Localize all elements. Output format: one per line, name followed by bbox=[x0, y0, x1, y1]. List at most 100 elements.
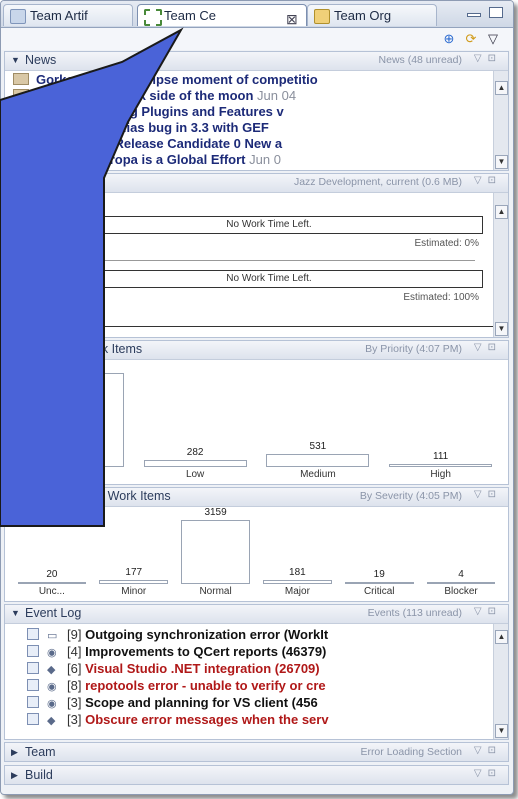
scrollbar[interactable]: ▲ ▼ bbox=[493, 71, 508, 170]
chart-bar[interactable] bbox=[99, 580, 169, 584]
view-menu-icon[interactable]: ▽ bbox=[485, 31, 501, 47]
section-buttons[interactable]: ▽⊡ bbox=[474, 489, 502, 500]
section-header[interactable]: ▼ News News (48 unread) ▽⊡ bbox=[5, 52, 508, 71]
event-number: [9] bbox=[67, 627, 86, 642]
chart-bar[interactable] bbox=[426, 582, 496, 584]
event-text: Improvements to QCert reports (46379) bbox=[85, 644, 327, 659]
event-text: Obscure error messages when the serv bbox=[85, 712, 329, 727]
chevron-down-icon[interactable]: ▼ bbox=[11, 344, 20, 354]
section-title: My Open Work Items bbox=[25, 342, 143, 356]
section-buttons[interactable]: ▽⊡ bbox=[474, 175, 502, 186]
view-toolbar: ⊕ ⟳ ▽ bbox=[1, 28, 513, 50]
scroll-down-button[interactable]: ▼ bbox=[495, 155, 508, 169]
event-log-item[interactable]: ◆ [3] Obscure error messages when the ser… bbox=[27, 712, 329, 728]
event-log-item[interactable]: ◉ [3] Scope and planning for VS client (4… bbox=[27, 695, 318, 711]
checkbox[interactable] bbox=[27, 696, 39, 708]
team-central-icon bbox=[144, 9, 162, 26]
section-header[interactable]: ▼ Event Log Events (113 unread) ▽⊡ bbox=[5, 605, 508, 624]
event-number: [4] bbox=[67, 644, 86, 659]
checkbox[interactable] bbox=[27, 679, 39, 691]
close-icon[interactable]: ⊠ bbox=[286, 8, 298, 26]
section-header[interactable]: ▼ My Open Work Items By Priority (4:07 P… bbox=[5, 341, 508, 360]
scroll-up-button[interactable]: ▲ bbox=[495, 630, 508, 644]
list-item[interactable]: Skerrett: Europa is a Global Effort Jun … bbox=[13, 152, 281, 167]
tab-bar: Team Artif Team Ce ⊠ Team Org bbox=[1, 1, 513, 28]
data-label: 111 bbox=[433, 451, 449, 462]
chart-bar[interactable] bbox=[344, 582, 414, 584]
chart-bar[interactable] bbox=[17, 582, 87, 584]
chevron-down-icon[interactable]: ▼ bbox=[11, 177, 20, 187]
tab-team-organization[interactable]: Team Org bbox=[307, 4, 437, 26]
checkbox[interactable] bbox=[27, 662, 39, 674]
data-label: 3159 bbox=[204, 507, 227, 518]
scroll-up-button[interactable]: ▲ bbox=[495, 81, 508, 95]
event-log-item[interactable]: ◉ [4] Improvements to QCert reports (4637… bbox=[27, 644, 326, 660]
chevron-down-icon[interactable]: ▼ bbox=[11, 55, 20, 65]
category-label: Normal bbox=[199, 586, 232, 597]
chevron-right-icon[interactable]: ▶ bbox=[11, 770, 18, 781]
chevron-right-icon[interactable]: ▶ bbox=[11, 747, 18, 758]
section-buttons[interactable]: ▽⊡ bbox=[474, 745, 502, 756]
section-buttons[interactable]: ▽⊡ bbox=[474, 342, 502, 353]
tab-team-central[interactable]: Team Ce ⊠ bbox=[137, 4, 307, 26]
list-item[interactable]: Gorkem Ercan: Eclipse moment of competit… bbox=[13, 72, 318, 87]
category-label: Critical bbox=[363, 586, 395, 597]
section-header[interactable]: ▼ Load Jazz Development, current (0.6 MB… bbox=[5, 174, 508, 193]
diamond-icon: ◆ bbox=[47, 664, 56, 676]
plus-circle-icon[interactable]: ⊕ bbox=[441, 31, 457, 47]
event-log-item[interactable]: ◉ [8] repotools error - unable to verify … bbox=[27, 678, 326, 694]
event-log-item[interactable]: ◆ [6] Visual Studio .NET integration (267… bbox=[27, 661, 320, 677]
scroll-up-button[interactable]: ▲ bbox=[495, 205, 508, 219]
team-load-section: ▼ Load Jazz Development, current (0.6 MB… bbox=[4, 173, 509, 338]
section-buttons[interactable]: ▽⊡ bbox=[474, 53, 502, 64]
tab-team-artifacts[interactable]: Team Artif bbox=[3, 4, 133, 26]
maximize-button[interactable] bbox=[489, 7, 503, 18]
scroll-down-button[interactable]: ▼ bbox=[495, 724, 508, 738]
category-label: Medium bbox=[300, 469, 336, 480]
scrollbar[interactable]: ▲ ▼ bbox=[493, 193, 508, 337]
section-info: News (48 unread) bbox=[378, 54, 462, 66]
chart-bar[interactable] bbox=[143, 460, 247, 467]
section-buttons[interactable]: ▽⊡ bbox=[474, 768, 502, 779]
section-buttons[interactable]: ▽⊡ bbox=[474, 606, 502, 617]
section-title: Team bbox=[25, 745, 56, 759]
artifacts-icon bbox=[10, 9, 26, 24]
minimize-button[interactable] bbox=[467, 13, 481, 17]
chart-bar[interactable] bbox=[20, 373, 124, 467]
avatar bbox=[11, 218, 45, 252]
scrollbar[interactable]: ▲ ▼ bbox=[493, 624, 508, 739]
chart-bar[interactable] bbox=[263, 580, 332, 584]
feed-icon bbox=[13, 89, 29, 101]
list-item[interactable]: Ulrique Roy: Dark side of the moon Jun 0… bbox=[13, 88, 296, 103]
team-section[interactable]: ▶ Team Error Loading Section ▽⊡ bbox=[4, 742, 509, 762]
section-header[interactable]: ▼ New Incoming Work Items By Severity (4… bbox=[5, 488, 508, 507]
news-section: ▼ News News (48 unread) ▽⊡ Gorkem Ercan:… bbox=[4, 51, 509, 171]
event-log-item[interactable]: ▭ [9] Outgoing synchronization error (Wor… bbox=[27, 627, 328, 643]
data-label: 20 bbox=[46, 569, 58, 580]
feed-icon bbox=[13, 153, 29, 165]
chart-bar[interactable] bbox=[181, 520, 250, 584]
event-text: Scope and planning for VS client (456 bbox=[85, 695, 318, 710]
chart-bar[interactable] bbox=[389, 464, 493, 467]
checkbox[interactable] bbox=[27, 645, 39, 657]
section-title: Build bbox=[25, 768, 53, 782]
estimated-label: Estimated: 0% bbox=[414, 238, 479, 249]
feed-icon bbox=[13, 73, 29, 85]
list-item[interactable]: World: BIRT Release Candidate 0 New a bbox=[13, 136, 282, 151]
chevron-down-icon[interactable]: ▼ bbox=[11, 491, 20, 501]
category-label: Unassigned bbox=[45, 469, 99, 480]
hours-label: Hours: 0 / 0 bbox=[49, 238, 101, 249]
chevron-down-icon[interactable]: ▼ bbox=[11, 608, 20, 618]
team-central-view: Team Artif Team Ce ⊠ Team Org ⊕ ⟳ ▽ ▼ Ne… bbox=[0, 0, 514, 795]
event-number: [8] bbox=[67, 678, 86, 693]
list-item[interactable]: Cabler: Anti-Alias bug in 3.3 with GEF bbox=[13, 120, 269, 135]
chart-bar[interactable] bbox=[266, 454, 370, 467]
refresh-icon[interactable]: ⟳ bbox=[463, 31, 479, 47]
scroll-down-button[interactable]: ▼ bbox=[495, 322, 508, 336]
work-card[interactable]: No Work Time Left. Hours: 0 / 0 Estimate… bbox=[11, 266, 489, 323]
checkbox[interactable] bbox=[27, 713, 39, 725]
build-section[interactable]: ▶ Build ▽⊡ bbox=[4, 765, 509, 785]
category-label: Blocker bbox=[444, 586, 478, 597]
list-item[interactable]: Boldt: Managing Plugins and Features v bbox=[13, 104, 284, 119]
checkbox[interactable] bbox=[27, 628, 39, 640]
